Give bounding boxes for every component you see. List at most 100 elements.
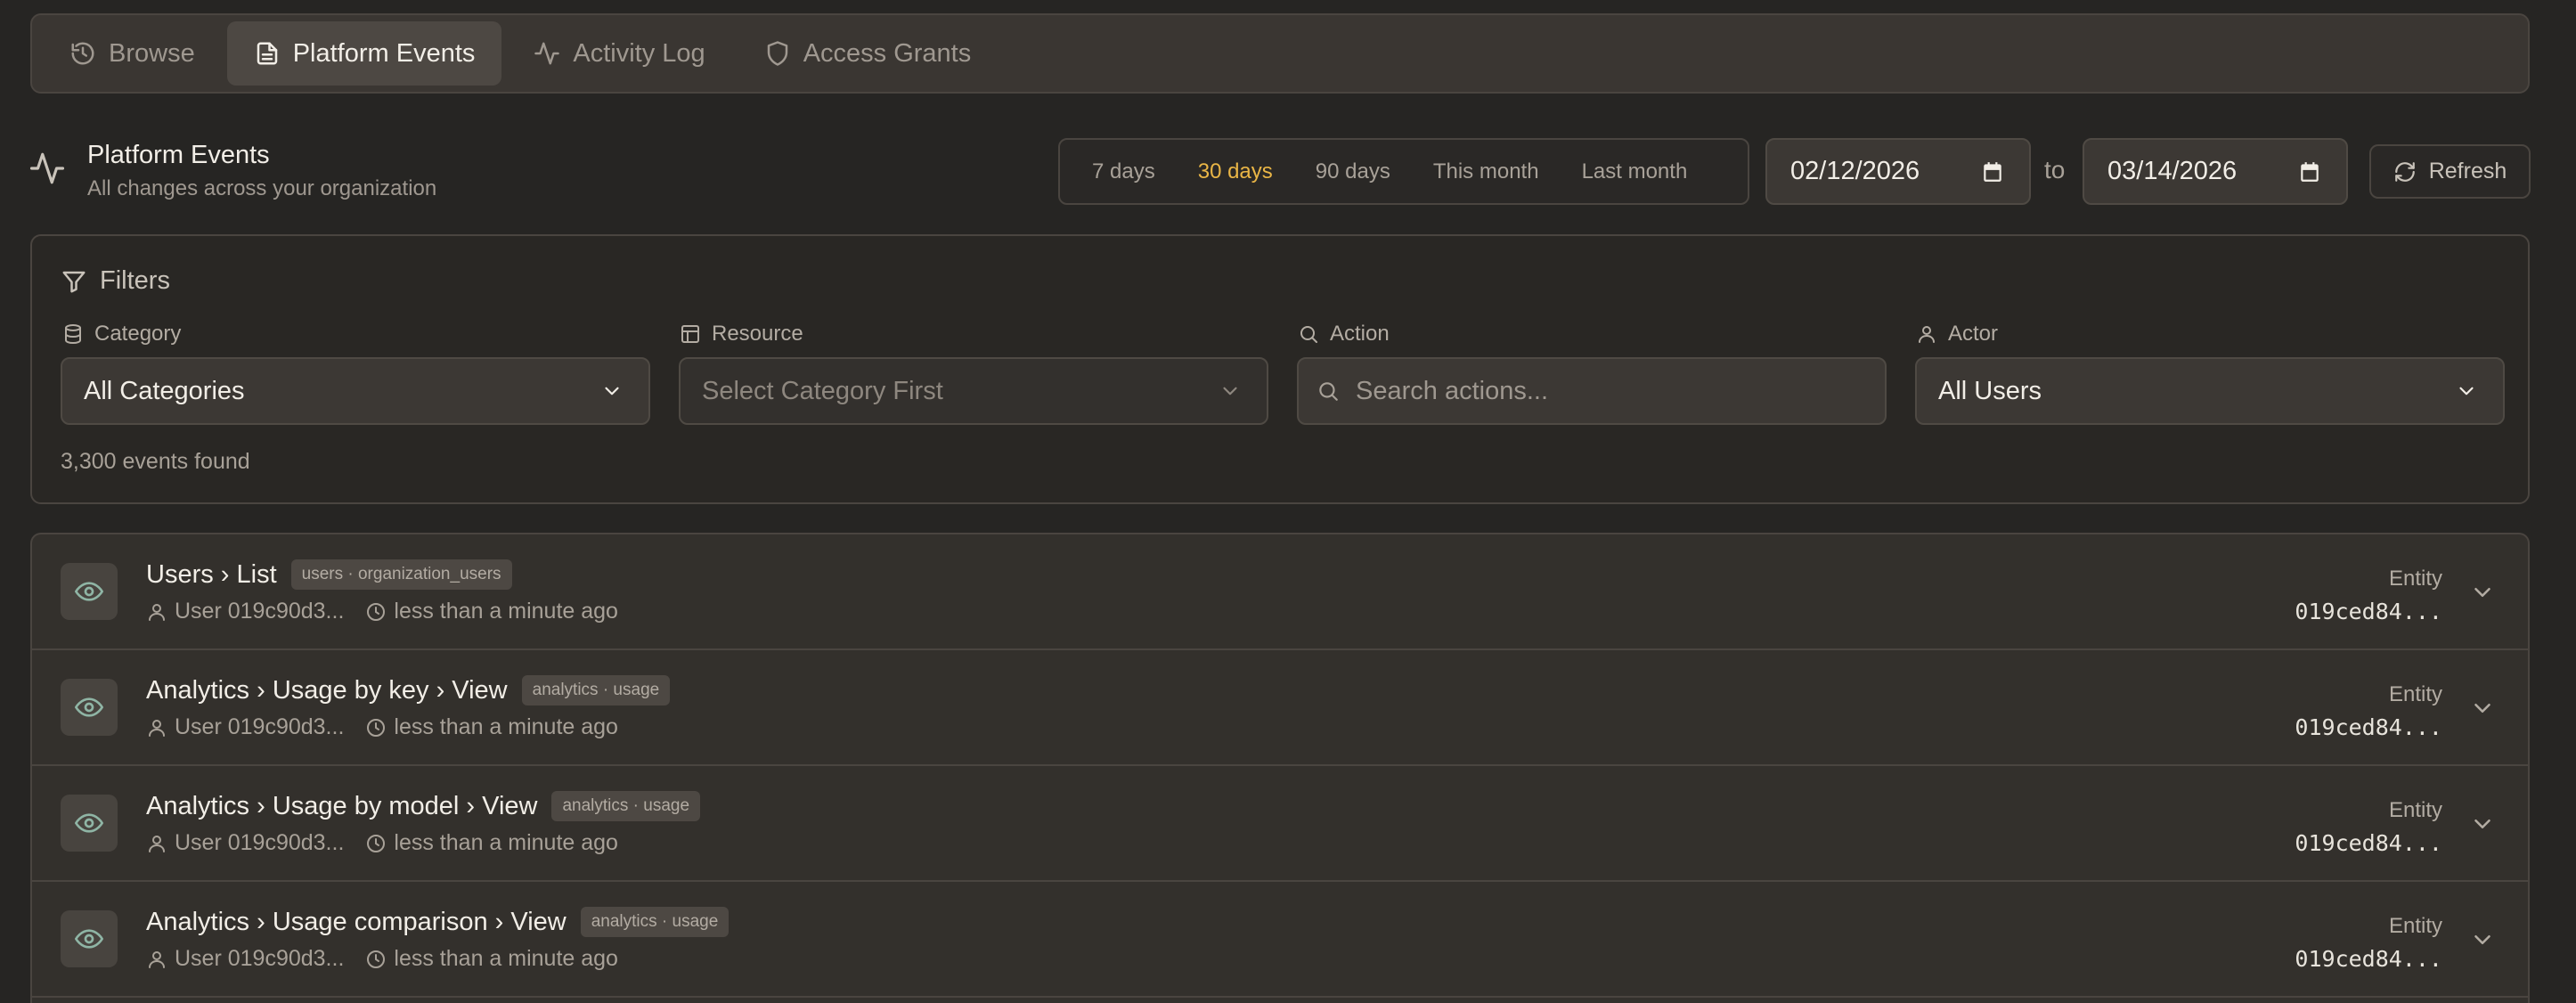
actor-label: Actor: [1916, 322, 1998, 347]
event-user-text: User 019c90d3...: [175, 946, 345, 971]
clock-icon: [365, 717, 387, 738]
database-icon: [62, 323, 84, 345]
refresh-label: Refresh: [2428, 159, 2507, 183]
events-count: 3,300 events found: [61, 449, 250, 474]
range-30-days[interactable]: 30 days: [1177, 159, 1294, 184]
event-resource-badge: analytics · usage: [580, 907, 730, 937]
event-row[interactable]: Analytics › Usage by model › View analyt…: [32, 766, 2528, 882]
chevron-down-icon: [1219, 379, 1242, 403]
entity-label: Entity: [2388, 682, 2442, 706]
actor-select[interactable]: All Users: [1915, 357, 2505, 425]
chevron-down-icon[interactable]: [2469, 695, 2496, 722]
filters-heading: Filters: [61, 266, 170, 296]
entity-label: Entity: [2388, 914, 2442, 938]
date-to-value: 03/14/2026: [2107, 157, 2238, 185]
chevron-down-icon[interactable]: [2469, 579, 2496, 606]
range-last-month[interactable]: Last month: [1561, 159, 1709, 184]
category-select[interactable]: All Categories: [61, 357, 650, 425]
event-meta: User 019c90d3... less than a minute ago: [146, 830, 640, 856]
activity-icon: [534, 40, 560, 67]
chevron-down-icon: [2455, 379, 2478, 403]
events-list: Users › List users · organization_users …: [30, 533, 2530, 1003]
event-user: User 019c90d3...: [146, 830, 344, 856]
event-title-line: Users › List users · organization_users: [146, 559, 512, 590]
event-resource-badge: users · organization_users: [290, 559, 512, 590]
chevron-down-icon[interactable]: [2469, 811, 2496, 837]
date-range-presets: 7 days 30 days 90 days This month Last m…: [1058, 138, 1749, 205]
top-tab-bar: Browse Platform Events Activity Log Acce…: [30, 13, 2530, 94]
event-time: less than a minute ago: [365, 714, 618, 740]
calendar-icon[interactable]: [1981, 160, 2004, 183]
event-meta: User 019c90d3... less than a minute ago: [146, 714, 640, 740]
refresh-icon: [2393, 160, 2417, 183]
event-row[interactable]: Users › List users · organization_users …: [32, 534, 2528, 650]
tab-label: Access Grants: [803, 38, 972, 68]
actor-label-text: Actor: [1948, 322, 1999, 346]
resource-label: Resource: [680, 322, 803, 347]
action-search-field[interactable]: [1297, 357, 1887, 425]
event-time-text: less than a minute ago: [394, 830, 618, 855]
event-time: less than a minute ago: [365, 946, 618, 972]
entity-id: 019ced84...: [2295, 599, 2442, 624]
tab-browse[interactable]: Browse: [43, 21, 222, 86]
event-user: User 019c90d3...: [146, 599, 344, 624]
event-user-text: User 019c90d3...: [175, 830, 345, 855]
event-title: Analytics › Usage by model › View: [146, 791, 538, 820]
chevron-down-icon[interactable]: [2469, 926, 2496, 953]
tab-access-grants[interactable]: Access Grants: [738, 21, 999, 86]
tab-platform-events[interactable]: Platform Events: [226, 21, 502, 86]
date-from-value: 02/12/2026: [1790, 157, 1920, 185]
date-to-input[interactable]: 03/14/2026: [2083, 138, 2348, 205]
entity-label: Entity: [2388, 798, 2442, 822]
filters-panel: Filters Category All Categories Resource…: [30, 234, 2530, 504]
resource-value: Select Category First: [702, 376, 943, 405]
event-resource-badge: analytics · usage: [551, 791, 701, 821]
filter-icon: [61, 268, 87, 295]
event-time: less than a minute ago: [365, 599, 618, 624]
action-label-text: Action: [1330, 322, 1390, 346]
page-title: Platform Events: [87, 141, 270, 169]
clock-icon: [365, 833, 387, 854]
event-row[interactable]: Analytics › Usage by key › View analytic…: [32, 650, 2528, 766]
event-row[interactable]: Analytics › Usage comparison › View anal…: [32, 882, 2528, 998]
refresh-button[interactable]: Refresh: [2369, 144, 2531, 199]
event-title-line: Analytics › Usage by key › View analytic…: [146, 675, 671, 705]
range-90-days[interactable]: 90 days: [1294, 159, 1412, 184]
user-icon: [1916, 323, 1937, 345]
user-icon: [146, 949, 167, 970]
shield-icon: [764, 40, 791, 67]
category-value: All Categories: [84, 376, 245, 405]
event-time: less than a minute ago: [365, 830, 618, 856]
history-icon: [69, 40, 96, 67]
event-meta: User 019c90d3... less than a minute ago: [146, 946, 640, 972]
tab-label: Browse: [109, 38, 195, 68]
resource-select[interactable]: Select Category First: [679, 357, 1268, 425]
tab-label: Platform Events: [292, 38, 476, 68]
tab-label: Activity Log: [573, 38, 705, 68]
user-icon: [146, 717, 167, 738]
entity-id: 019ced84...: [2295, 714, 2442, 740]
event-title-line: Analytics › Usage by model › View analyt…: [146, 791, 701, 821]
document-icon: [254, 40, 281, 67]
event-title: Users › List: [146, 559, 277, 589]
event-user-text: User 019c90d3...: [175, 714, 345, 739]
activity-icon: [29, 150, 66, 187]
entity-id: 019ced84...: [2295, 830, 2442, 856]
event-user: User 019c90d3...: [146, 714, 344, 740]
category-label: Category: [62, 322, 181, 347]
calendar-icon[interactable]: [2298, 160, 2321, 183]
eye-icon: [61, 679, 118, 736]
clock-icon: [365, 949, 387, 970]
action-search-input[interactable]: [1356, 376, 1872, 406]
range-this-month[interactable]: This month: [1412, 159, 1561, 184]
event-user-text: User 019c90d3...: [175, 599, 345, 624]
filters-title: Filters: [100, 266, 170, 295]
tab-activity-log[interactable]: Activity Log: [507, 21, 731, 86]
search-icon: [1298, 323, 1319, 345]
event-meta: User 019c90d3... less than a minute ago: [146, 599, 640, 624]
range-7-days[interactable]: 7 days: [1071, 159, 1177, 184]
event-title: Analytics › Usage by key › View: [146, 675, 508, 705]
chevron-down-icon: [600, 379, 624, 403]
date-from-input[interactable]: 02/12/2026: [1765, 138, 2031, 205]
date-range-separator: to: [2044, 156, 2066, 183]
